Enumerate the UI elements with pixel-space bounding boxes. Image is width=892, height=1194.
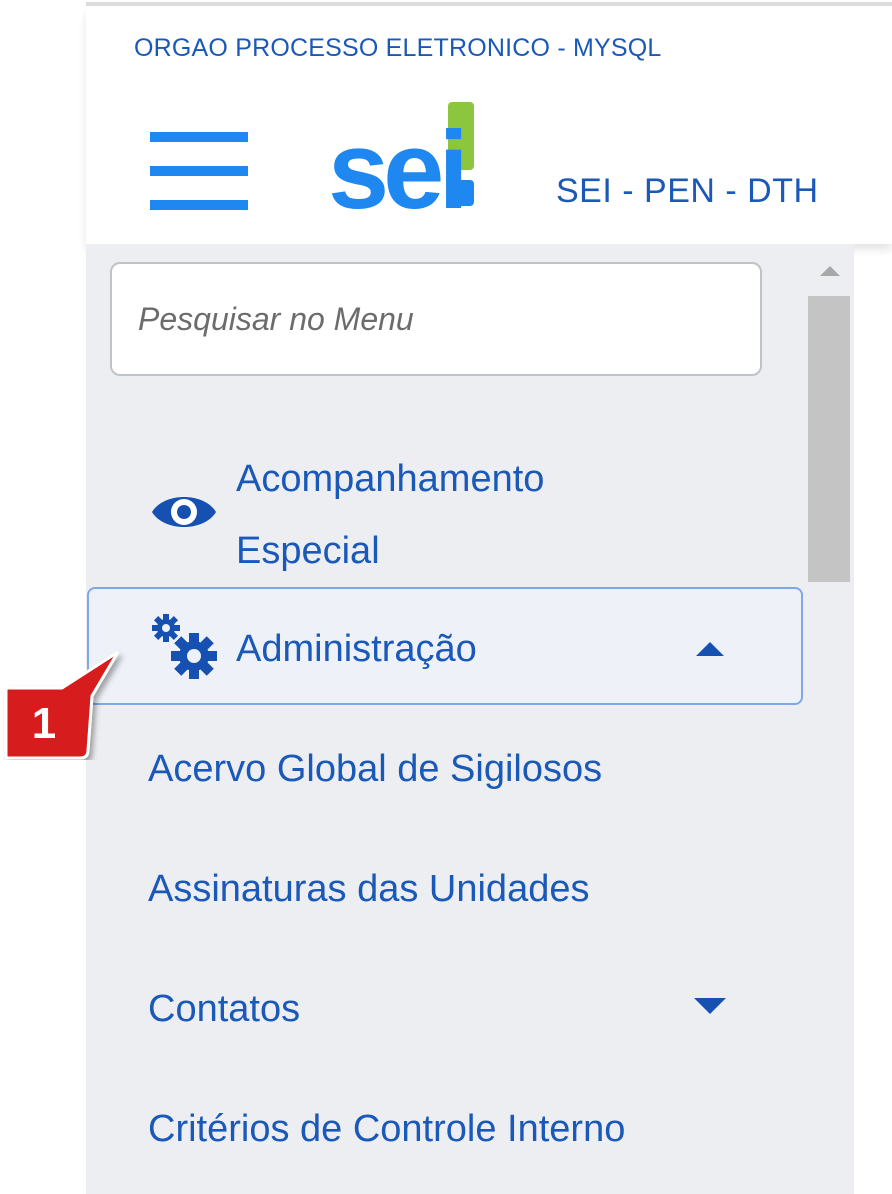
caret-down-icon[interactable] <box>694 998 726 1014</box>
submenu-item-label: Assinaturas das Unidades <box>148 868 590 910</box>
menu-search-input[interactable] <box>112 264 760 374</box>
caret-up-icon[interactable] <box>696 642 724 656</box>
eye-icon <box>152 497 216 527</box>
menu-item-label: Acompanhamento <box>236 458 545 500</box>
submenu-item-label: Acervo Global de Sigilosos <box>148 748 603 790</box>
submenu-item-label: Critérios de Controle Interno <box>148 1108 626 1150</box>
top-divider <box>86 2 892 6</box>
scrollbar-thumb[interactable] <box>808 296 850 582</box>
sei-logo[interactable]: sei <box>330 96 498 214</box>
svg-text:sei: sei <box>330 109 463 214</box>
annotation-number: 1 <box>31 699 57 748</box>
menu-search-box[interactable] <box>110 262 762 376</box>
scroll-up-arrow-icon[interactable] <box>820 266 840 276</box>
hamburger-menu-icon[interactable] <box>150 132 248 212</box>
menu-item-label: Administração <box>236 628 477 670</box>
system-name: SEI - PEN - DTH <box>556 172 819 210</box>
gears-icon <box>152 614 217 679</box>
menu-item-label: Especial <box>236 530 380 572</box>
submenu-item-label: Contatos <box>148 988 301 1030</box>
organization-name: ORGAO PROCESSO ELETRONICO - MYSQL <box>134 34 662 62</box>
